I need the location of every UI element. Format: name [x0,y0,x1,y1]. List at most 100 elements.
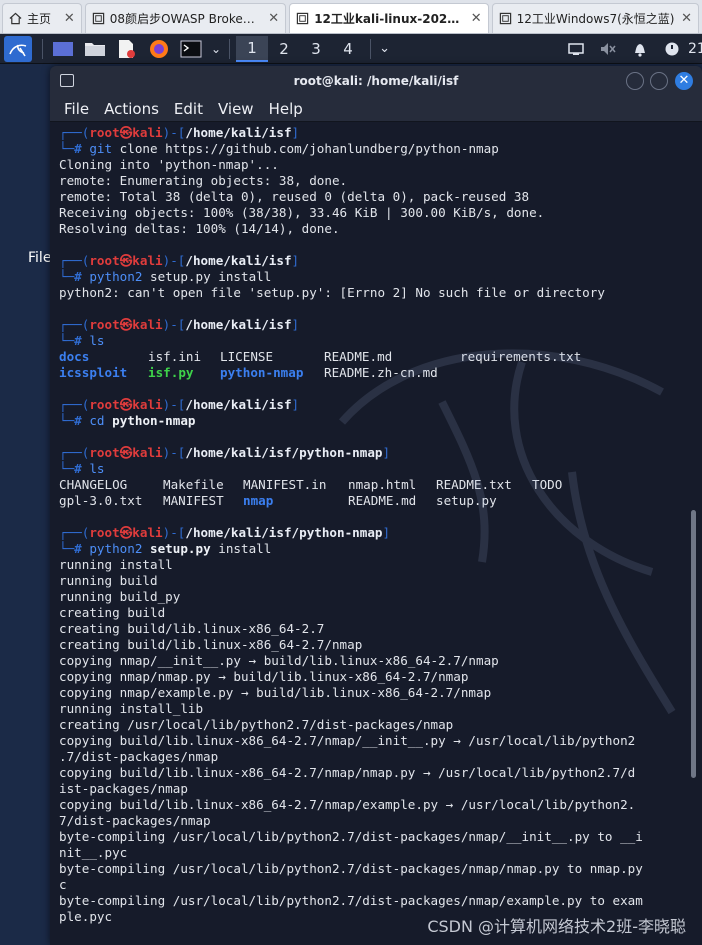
prompt-user: root [89,445,120,460]
home-icon [9,12,22,25]
ls-entry: isf.py [148,365,194,380]
terminal-icon [180,40,202,57]
prompt-user: root [89,397,120,412]
ls-entry: python-nmap [220,365,304,380]
workspace-1[interactable]: 1 [236,35,269,62]
ls-entry: docs [59,349,90,364]
file-manager-button[interactable] [81,36,109,62]
terminal-menubar: File Actions Edit View Help [50,96,702,122]
output-line: creating build/lib.linux-x86_64-2.7 [59,621,325,636]
text-editor-icon [119,39,135,58]
command: git [89,141,113,156]
prompt-path: /home/kali/isf/python-nmap [185,525,383,540]
prompt-at: ㉿ [119,317,133,332]
prompt-path: /home/kali/isf [185,397,292,412]
menu-help[interactable]: Help [269,100,303,118]
tab-home[interactable]: 主页 ✕ [2,3,82,33]
prompt-path: /home/kali/isf [185,317,292,332]
command: ls [89,333,105,348]
panel-separator [229,38,231,59]
clock[interactable]: 21 [688,41,702,57]
command-args-bold: python-nmap [112,413,196,428]
output-line: running build_py [59,589,181,604]
prompt-line-cmd: └─# git clone https://github.com/johanlu… [59,141,499,156]
prompt-host: kali [132,525,163,540]
menu-actions[interactable]: Actions [104,100,159,118]
output-line: creating /usr/local/lib/python2.7/dist-p… [59,717,454,732]
close-icon[interactable]: ✕ [268,11,279,26]
output-line: running install [59,557,173,572]
system-tray: 21 [560,34,702,64]
volume-muted-icon[interactable] [592,41,624,57]
prompt-user: root [89,525,120,540]
command-args-bold: setup.py [150,541,211,556]
workspace-3[interactable]: 3 [300,36,332,62]
tab-kali-vm[interactable]: 12工业kali-linux-2022.4-v... ✕ [289,3,489,33]
desktop-file-label[interactable]: File [28,250,51,266]
output-line: creating build [59,605,166,620]
command: ls [89,461,105,476]
ls-entry: LICENSE [220,349,274,364]
output-line: byte-compiling /usr/local/lib/python2.7/… [59,861,643,876]
menu-file[interactable]: File [64,100,89,118]
output-line: running install_lib [59,701,204,716]
ls-entry: icssploit [59,365,128,380]
firefox-icon [150,39,168,58]
terminal-button[interactable] [177,36,205,62]
command: cd [89,413,105,428]
tab-owasp-label: 08颜启步OWASP Broken We... [109,12,263,26]
workspace-4[interactable]: 4 [332,36,364,62]
chevron-down-icon[interactable]: ⌄ [379,41,390,56]
output-line: nit__.pyc [59,845,128,860]
bell-icon[interactable] [624,41,656,57]
tab-owasp-vm[interactable]: 08颜启步OWASP Broken We... ✕ [84,3,287,33]
close-icon[interactable]: ✕ [681,11,692,26]
close-icon[interactable]: ✕ [64,11,75,26]
scrollbar[interactable] [691,510,696,778]
prompt-line-top: ┌──(root㉿kali)-[/home/kali/isf] [59,253,300,268]
power-icon[interactable] [656,41,688,57]
menu-edit[interactable]: Edit [174,100,203,118]
tab-win7-label: 12工业Windows7(永恒之蓝) [516,12,675,26]
prompt-path: /home/kali/isf [185,125,292,140]
prompt-host: kali [132,445,163,460]
prompt-line-top: ┌──(root㉿kali)-[/home/kali/isf/python-nm… [59,445,391,460]
kali-dragon-icon [9,43,27,56]
prompt-line-top: ┌──(root㉿kali)-[/home/kali/isf] [59,125,300,140]
close-icon[interactable]: ✕ [471,11,482,26]
desktop-icon [53,41,73,56]
output-line: copying build/lib.linux-x86_64-2.7/nmap/… [59,733,636,748]
output-line: byte-compiling /usr/local/lib/python2.7/… [59,829,643,844]
show-desktop-button[interactable] [49,36,77,62]
output-line: c [59,877,67,892]
prompt-host: kali [132,125,163,140]
prompt-at: ㉿ [119,445,133,460]
prompt-host: kali [132,253,163,268]
terminal-titlebar[interactable]: root@kali: /home/kali/isf ✕ [50,66,702,96]
prompt-user: root [89,253,120,268]
vm-icon [296,12,309,25]
tab-win7-vm[interactable]: 12工业Windows7(永恒之蓝) ✕ [491,3,699,33]
workspace-2[interactable]: 2 [268,36,300,62]
terminal-console[interactable]: ┌──(root㉿kali)-[/home/kali/isf] └─# git … [50,122,702,945]
panel-separator [370,38,372,59]
minimize-button[interactable] [626,72,644,90]
screen-icon[interactable] [560,42,592,56]
maximize-button[interactable] [650,72,668,90]
prompt-line-top: ┌──(root㉿kali)-[/home/kali/isf/python-nm… [59,525,391,540]
prompt-line-cmd: └─# ls [59,333,105,348]
output-line: copying nmap/example.py → build/lib.linu… [59,685,492,700]
command: python2 [89,269,143,284]
output-line: remote: Enumerating objects: 38, done. [59,173,348,188]
prompt-line-cmd: └─# python2 setup.py install [59,541,272,556]
prompt-at: ㉿ [119,125,133,140]
text-editor-button[interactable] [113,36,141,62]
menu-view[interactable]: View [218,100,254,118]
output-line: remote: Total 38 (delta 0), reused 0 (de… [59,189,530,204]
close-button[interactable]: ✕ [675,72,693,90]
chevron-down-icon[interactable]: ⌄ [211,42,221,56]
prompt-at: ㉿ [119,397,133,412]
folder-icon [85,42,105,56]
kali-menu-button[interactable] [4,35,32,62]
firefox-button[interactable] [145,36,173,62]
